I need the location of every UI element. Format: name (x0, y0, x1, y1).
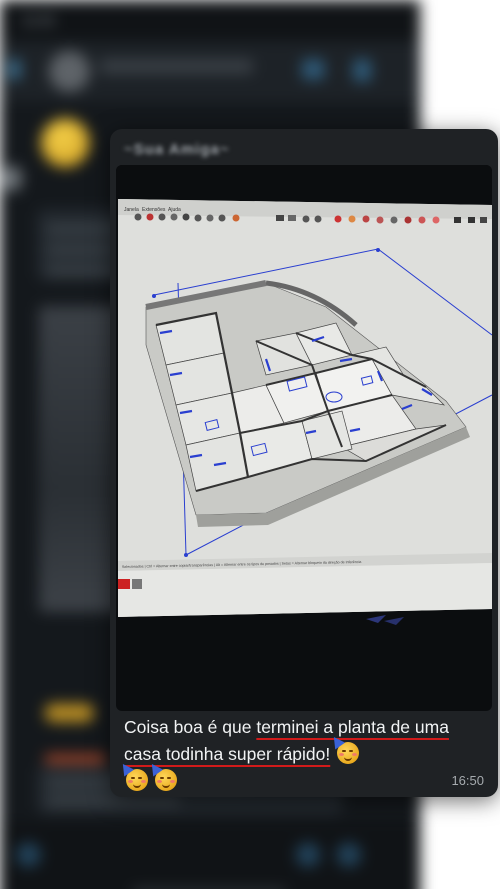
attach-icon[interactable] (16, 842, 41, 867)
status-time: 11:42 (22, 12, 55, 28)
avatar[interactable] (48, 51, 90, 92)
caption-text: Coisa boa é que (124, 717, 257, 737)
video-call-icon[interactable] (301, 59, 325, 80)
message-time: 16:50 (451, 773, 484, 788)
message-line (46, 795, 180, 806)
chat-name-blurred (99, 59, 253, 74)
menu-text: Ajuda (168, 207, 181, 213)
photo-attachment[interactable]: Janela Extensões Ajuda Selecionados | Ct… (116, 165, 492, 711)
screen: 11:42 ~Sua Amiga~ Janela Extensões Ajuda… (0, 0, 500, 889)
menu-text: Janela (124, 207, 139, 213)
status-bar (0, 0, 421, 41)
cad-floorplan-photo: Janela Extensões Ajuda Selecionados | Ct… (116, 165, 492, 625)
sender-avatar (0, 165, 23, 192)
partying-face-emoji (329, 733, 360, 764)
emoji-sticker (40, 118, 90, 168)
quote-bar (44, 754, 107, 763)
app-icon (132, 579, 142, 589)
partying-face-emoji (146, 760, 177, 791)
app-icon (118, 579, 130, 589)
sender-name-blurred: ~Sua Amiga~ (124, 141, 230, 158)
emoji-row (44, 703, 94, 723)
partying-face-emoji (117, 760, 148, 791)
menu-text: Extensões (142, 207, 166, 213)
phone-call-icon[interactable] (352, 59, 372, 82)
highlighted-message-card[interactable]: ~Sua Amiga~ Janela Extensões Ajuda Selec… (110, 129, 498, 797)
mic-icon[interactable] (336, 842, 362, 867)
back-icon[interactable] (8, 59, 21, 80)
message-caption: Coisa boa é que terminei a planta de uma… (117, 714, 488, 795)
camera-icon[interactable] (295, 842, 321, 867)
